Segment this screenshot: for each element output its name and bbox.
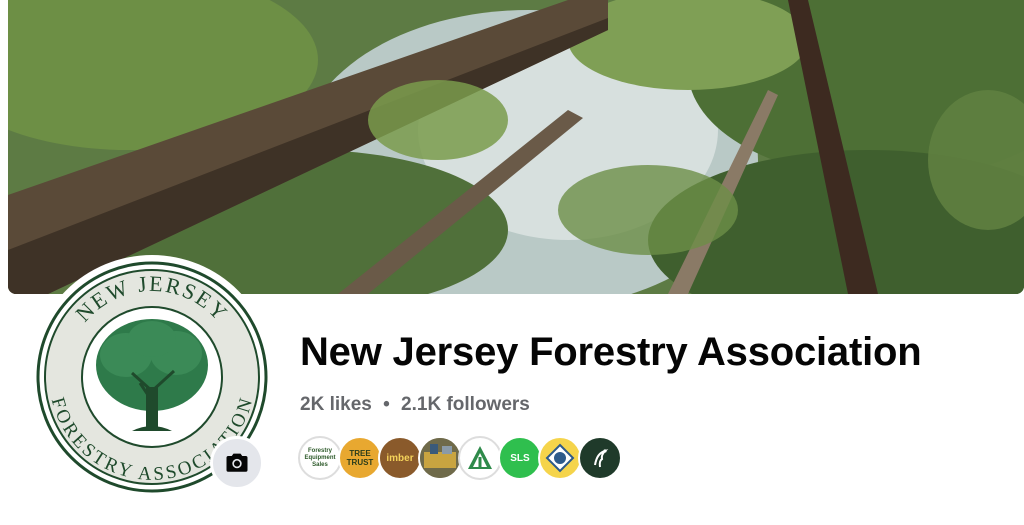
page-stats: 2K likes • 2.1K followers [300,394,530,416]
mutual-avatar-triangle-tree-logo[interactable] [458,436,502,480]
mutual-avatar-bird-logo[interactable] [578,436,622,480]
forest-canopy-image [8,0,1024,294]
camera-icon [226,453,248,472]
likes-count-link[interactable]: 2K likes [300,394,372,415]
mutual-avatar-sls[interactable]: SLS [498,436,542,480]
mutual-avatar-text: Forestry Equipment Sales [304,447,336,468]
followers-count-link[interactable]: 2.1K followers [401,394,530,415]
sawmill-image [420,438,460,478]
mutual-avatar-badge-logo[interactable] [538,436,582,480]
mutual-avatar-sawmill[interactable] [418,436,462,480]
stats-separator: • [383,394,390,415]
mutual-avatar-tree-trust[interactable]: TREE TRUST [338,436,382,480]
page-title: New Jersey Forestry Association [300,330,922,374]
badge-icon [545,443,575,473]
mutual-avatar-forestry-equipment-sales[interactable]: Forestry Equipment Sales [298,436,342,480]
tree-logo-icon [468,446,492,469]
update-profile-picture-button[interactable] [210,436,264,490]
cover-photo[interactable] [8,0,1024,294]
mutual-avatar-imber[interactable]: imber [378,436,422,480]
mutual-avatar-text: TREE TRUST [346,449,374,467]
mutual-followers-list: Forestry Equipment Sales TREE TRUST imbe… [298,436,622,482]
bird-icon [594,449,609,468]
mutual-avatar-text: imber [386,452,414,464]
mutual-avatar-text: SLS [510,452,530,464]
